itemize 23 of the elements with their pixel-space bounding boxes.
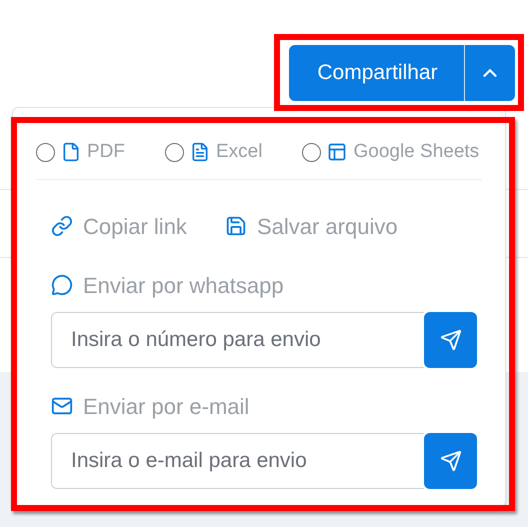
section-label: Enviar por whatsapp [83, 272, 284, 300]
share-button[interactable]: Compartilhar [289, 45, 464, 101]
send-button[interactable] [424, 432, 477, 488]
link-icon [51, 215, 73, 237]
action-link[interactable]: Salvar arquivo [224, 210, 398, 242]
table-layout-icon [327, 142, 348, 162]
send-icon [440, 450, 462, 472]
input-field[interactable]: Insira o número para envio [51, 312, 424, 368]
radio-button[interactable] [165, 142, 184, 162]
format-option[interactable]: Google Sheets [302, 138, 480, 166]
radio-button[interactable] [36, 142, 55, 162]
format-option[interactable]: PDF [36, 138, 125, 166]
format-option[interactable]: Excel [165, 138, 262, 166]
action-link[interactable]: Copiar link [51, 210, 187, 242]
file-icon [61, 142, 81, 162]
radio-button[interactable] [302, 142, 322, 162]
send-icon [440, 328, 462, 350]
chat-bubble-icon [51, 274, 73, 296]
envelope-icon [51, 395, 73, 417]
input-field[interactable]: Insira o e-mail para envio [51, 432, 424, 488]
document-icon [190, 142, 210, 162]
send-button[interactable] [424, 312, 477, 368]
section-label: Enviar por e-mail [83, 392, 250, 421]
